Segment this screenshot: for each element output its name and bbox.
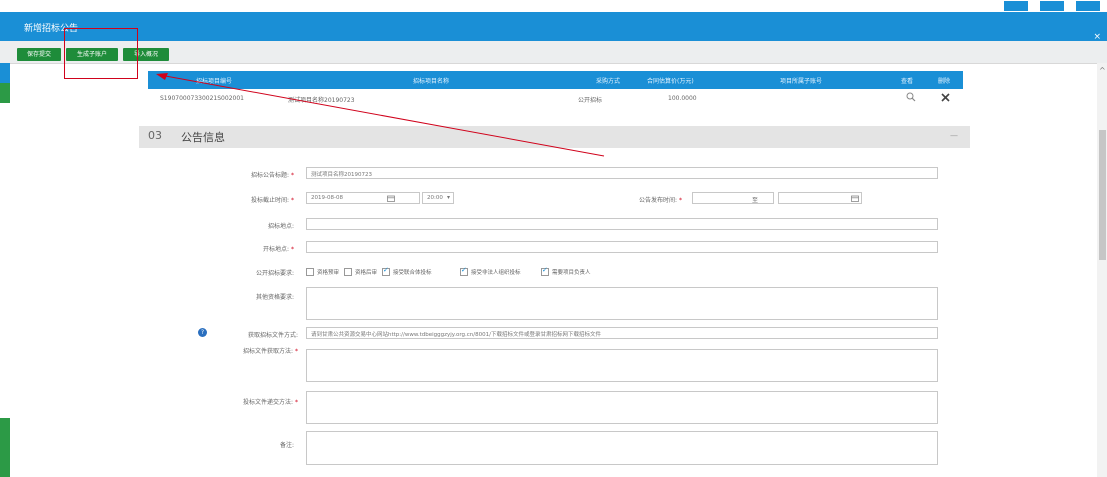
col-header-subaccount: 项目所属子账号	[780, 78, 823, 85]
other-req-textarea[interactable]	[306, 287, 938, 320]
location-label: 招标地点:	[267, 223, 294, 230]
submit-method-textarea[interactable]	[306, 391, 938, 424]
checkbox-prequalification-label: 资格预审	[317, 270, 340, 276]
table-row[interactable]: S19070007330021S002001 测试项目名称20190723 公开…	[148, 89, 963, 107]
window-controls	[1000, 0, 1107, 12]
checkbox-non-legal-entity[interactable]	[460, 266, 468, 276]
remarks-label: 备注:	[279, 442, 294, 449]
doc-method-label: 招标文件获取方法: *	[242, 348, 298, 355]
deadline-time-select[interactable]: 20:00 ▾	[422, 192, 454, 204]
checkbox-consortium[interactable]	[382, 266, 390, 276]
remarks-textarea[interactable]	[306, 431, 938, 465]
dialog-titlebar: 新增招标公告 ×	[0, 12, 1107, 42]
table-header: 招标项目编号 招标项目名称 采购方式 合同估算价(万元) 项目所属子账号 查看 …	[148, 71, 963, 89]
title-label: 招标公告标题: *	[250, 172, 294, 179]
doc-access-label: 获取招标文件方式:	[247, 332, 298, 339]
delete-icon[interactable]	[941, 93, 950, 104]
qualification-label: 公开招标要求:	[255, 270, 294, 277]
highlight-box	[64, 28, 138, 79]
publish-label: 公告发布时间: *	[638, 197, 682, 204]
left-green-strip-top	[0, 83, 10, 103]
checkbox-prequalification[interactable]	[306, 268, 314, 276]
left-green-strip-bottom	[0, 418, 10, 477]
maximize-button[interactable]	[1040, 1, 1064, 11]
section-title: 公告信息	[181, 131, 225, 144]
doc-access-input[interactable]: 请到甘肃公共资源交易中心网站http://www.tdbeigggzyjy.or…	[306, 327, 938, 339]
contact-input[interactable]	[306, 241, 938, 253]
calendar-icon[interactable]	[387, 195, 395, 204]
save-submit-button[interactable]: 保存提交	[17, 48, 61, 61]
section-header: 03 公告信息 —	[139, 126, 970, 148]
cell-amount: 100.0000	[668, 95, 697, 102]
col-header-method: 采购方式	[596, 78, 621, 85]
checkbox-project-lead[interactable]	[541, 266, 549, 276]
doc-method-textarea[interactable]	[306, 349, 938, 382]
scrollbar-track[interactable]	[1097, 63, 1107, 477]
collapse-icon[interactable]: —	[950, 131, 958, 140]
toolbar: 保存提交 生成子账户 导入概况	[0, 41, 1107, 64]
scrollbar-thumb[interactable]	[1099, 130, 1106, 260]
col-header-delete: 删除	[938, 78, 951, 85]
deadline-label: 投标截止时间: *	[250, 197, 294, 204]
section-number-icon: 03	[148, 129, 162, 142]
title-input[interactable]: 测试项目名称20190723	[306, 167, 938, 179]
location-input[interactable]	[306, 218, 938, 230]
col-header-name: 招标项目名称	[413, 78, 450, 85]
contact-label: 开标地点: *	[262, 246, 294, 253]
publish-separator: 至	[752, 197, 759, 204]
scroll-up-icon[interactable]: ^	[1099, 66, 1106, 75]
calendar-icon[interactable]	[851, 195, 859, 204]
top-band	[0, 0, 1107, 12]
checkbox-non-legal-entity-label: 接受非法人组织投标	[471, 270, 521, 276]
submit-method-label: 投标文件递交方法: *	[242, 399, 298, 406]
checkbox-consortium-label: 接受联合体投标	[393, 270, 432, 276]
cell-method: 公开招标	[578, 97, 603, 104]
other-req-label: 其他资格要求:	[255, 294, 294, 301]
search-icon[interactable]	[906, 92, 916, 104]
publish-end-input[interactable]	[778, 192, 862, 204]
help-icon[interactable]: ?	[198, 328, 207, 337]
cell-code: S19070007330021S002001	[160, 95, 244, 102]
col-header-view: 查看	[901, 78, 914, 85]
col-header-code: 招标项目编号	[196, 78, 233, 85]
publish-start-input[interactable]	[692, 192, 774, 204]
minimize-button[interactable]	[1004, 1, 1028, 11]
window-close-button[interactable]	[1076, 1, 1100, 11]
checkbox-postqualification[interactable]	[344, 268, 352, 276]
chevron-down-icon: ▾	[447, 194, 451, 201]
checkbox-postqualification-label: 资格后审	[355, 270, 378, 276]
left-blue-strip	[0, 63, 10, 83]
deadline-date-input[interactable]: 2019-08-08	[306, 192, 420, 204]
checkbox-project-lead-label: 需要项目负责人	[552, 270, 591, 276]
cell-name: 测试项目名称20190723	[288, 97, 355, 104]
col-header-amount: 合同估算价(万元)	[647, 78, 694, 85]
